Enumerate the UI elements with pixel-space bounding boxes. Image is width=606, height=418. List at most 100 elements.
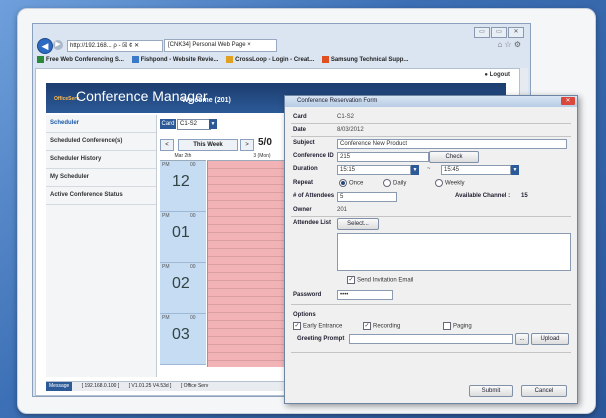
checkbox-checked-icon: ✓ xyxy=(363,322,371,330)
card-field-label: Card xyxy=(293,114,307,120)
repeat-daily-label: Daily xyxy=(393,180,407,187)
radio-icon xyxy=(383,179,391,187)
early-entrance-label: Early Entrance xyxy=(303,323,343,330)
hour-minutes: 00 xyxy=(190,162,196,168)
close-icon[interactable]: ✕ xyxy=(561,97,575,105)
sidebar-item-scheduler-history[interactable]: Scheduler History xyxy=(46,151,156,169)
conference-id-label: Conference ID xyxy=(293,153,334,159)
attendees-input[interactable]: 5 xyxy=(337,192,397,202)
hour-minutes: 00 xyxy=(190,315,196,321)
subject-input[interactable]: Conference New Product xyxy=(337,139,567,149)
chevron-down-icon[interactable]: ▼ xyxy=(411,165,419,175)
early-entrance-checkbox[interactable]: ✓ Early Entrance xyxy=(293,322,342,330)
available-channel-value: 15 xyxy=(521,193,528,199)
conference-reservation-dialog: Conference Reservation Form ✕ Card C1-S2… xyxy=(284,95,578,404)
hour-minutes: 00 xyxy=(190,264,196,270)
browser-tab[interactable]: [CNK34] Personal Web Page × xyxy=(164,39,277,52)
repeat-weekly-radio[interactable]: Weekly xyxy=(435,179,465,187)
dialog-titlebar: Conference Reservation Form ✕ xyxy=(285,96,577,107)
sidebar-item-my-scheduler[interactable]: My Scheduler xyxy=(46,169,156,187)
paging-checkbox[interactable]: Paging xyxy=(443,322,472,330)
status-office: [ Office Serv xyxy=(180,383,209,389)
back-arrow-icon[interactable]: ◀ xyxy=(37,38,53,54)
cancel-button[interactable]: Cancel xyxy=(521,385,567,397)
select-attendees-button[interactable]: Select... xyxy=(337,218,379,230)
card-label: Card xyxy=(160,119,176,129)
logout-label: Logout xyxy=(489,72,510,78)
browse-button[interactable]: ... xyxy=(515,333,529,345)
sidebar-item-scheduler[interactable]: Scheduler xyxy=(46,115,156,133)
hour-ampm: PM xyxy=(162,162,170,168)
sidebar-item-active-conference-status[interactable]: Active Conference Status xyxy=(46,187,156,205)
this-week-button[interactable]: This Week xyxy=(178,139,238,151)
duration-separator: ~ xyxy=(427,166,431,172)
favorite-link[interactable]: Samsung Technical Supp... xyxy=(321,55,408,63)
dialog-title: Conference Reservation Form xyxy=(297,98,378,104)
message-tag: Message xyxy=(46,382,73,391)
date-value: 8/03/2012 xyxy=(337,127,364,133)
maximize-icon[interactable]: ▭ xyxy=(491,27,507,38)
upload-button[interactable]: Upload xyxy=(531,333,569,345)
card-field-value: C1-S2 xyxy=(337,114,355,120)
favorite-link[interactable]: Free Web Conferencing S... xyxy=(37,55,124,63)
hour-block: PM 00 03 xyxy=(160,314,206,365)
checkbox-checked-icon: ✓ xyxy=(347,276,355,284)
sidebar: Scheduler Scheduled Conference(s) Schedu… xyxy=(46,115,157,377)
week-date: 5/0 xyxy=(258,137,272,148)
radio-selected-icon xyxy=(339,179,347,187)
divider xyxy=(291,123,571,124)
password-label: Password xyxy=(293,292,322,298)
favorite-icon xyxy=(226,55,234,63)
status-ip: [ 192.168.0.100 ] xyxy=(81,383,120,389)
attendee-list-label: Attendee List xyxy=(293,220,332,226)
repeat-once-label: Once xyxy=(349,180,364,187)
next-week-button[interactable]: > xyxy=(240,139,254,151)
duration-from-select[interactable]: 15:15 xyxy=(337,165,411,175)
prev-week-button[interactable]: < xyxy=(160,139,174,151)
conference-id-input[interactable]: 215 xyxy=(337,152,429,162)
attendee-list-box[interactable] xyxy=(337,233,571,271)
check-button[interactable]: Check xyxy=(429,151,479,163)
card-select[interactable]: C1-S2 xyxy=(177,119,211,130)
hour-ampm: PM xyxy=(162,264,170,270)
favorite-icon xyxy=(321,55,329,63)
checkbox-icon xyxy=(443,322,451,330)
divider xyxy=(291,304,571,305)
chevron-down-icon[interactable]: ▼ xyxy=(511,165,519,175)
submit-button[interactable]: Submit xyxy=(469,385,513,397)
hour-number: 02 xyxy=(172,275,190,292)
password-input[interactable]: •••• xyxy=(337,290,393,300)
forward-arrow-icon[interactable]: ▶ xyxy=(53,40,63,50)
favorite-link[interactable]: Fishpond - Website Revie... xyxy=(131,55,218,63)
close-icon[interactable]: ✕ xyxy=(508,27,524,38)
favorite-icon xyxy=(131,55,139,63)
status-version: [ V1.01.25 V4.53d ] xyxy=(128,383,172,389)
repeat-daily-radio[interactable]: Daily xyxy=(383,179,406,187)
divider xyxy=(291,352,571,353)
sidebar-item-scheduled-conferences[interactable]: Scheduled Conference(s) xyxy=(46,133,156,151)
minimize-icon[interactable]: ▭ xyxy=(474,27,490,38)
options-label: Options xyxy=(293,312,316,318)
date-label: Date xyxy=(293,127,307,133)
hour-minutes: 00 xyxy=(190,213,196,219)
address-bar[interactable]: http://192.168... ρ - ☒ ¢ ✕ xyxy=(67,40,163,52)
checkbox-checked-icon: ✓ xyxy=(293,322,301,330)
welcome-text: Welcome (201) xyxy=(182,97,231,104)
hour-ampm: PM xyxy=(162,213,170,219)
favorite-link[interactable]: CrossLoop - Login - Creat... xyxy=(226,55,314,63)
hour-number: 01 xyxy=(172,224,190,241)
window-controls: ▭ ▭ ✕ xyxy=(473,27,524,38)
greeting-prompt-input[interactable] xyxy=(349,334,513,344)
send-email-checkbox[interactable]: ✓ Send Invitation Email xyxy=(347,276,413,284)
recording-checkbox[interactable]: ✓ Recording xyxy=(363,322,400,330)
paging-label: Paging xyxy=(453,323,472,330)
repeat-weekly-label: Weekly xyxy=(445,180,465,187)
chevron-down-icon[interactable]: ▼ xyxy=(209,119,217,129)
duration-to-select[interactable]: 15:45 xyxy=(441,165,511,175)
send-email-label: Send Invitation Email xyxy=(357,277,414,284)
logout-link[interactable]: ● Logout xyxy=(484,72,510,78)
toolbar-icons[interactable]: ⌂ ☆ ⚙ xyxy=(497,40,521,49)
repeat-once-radio[interactable]: Once xyxy=(339,179,363,187)
divider xyxy=(291,136,571,137)
hour-block: PM 00 02 xyxy=(160,263,206,314)
